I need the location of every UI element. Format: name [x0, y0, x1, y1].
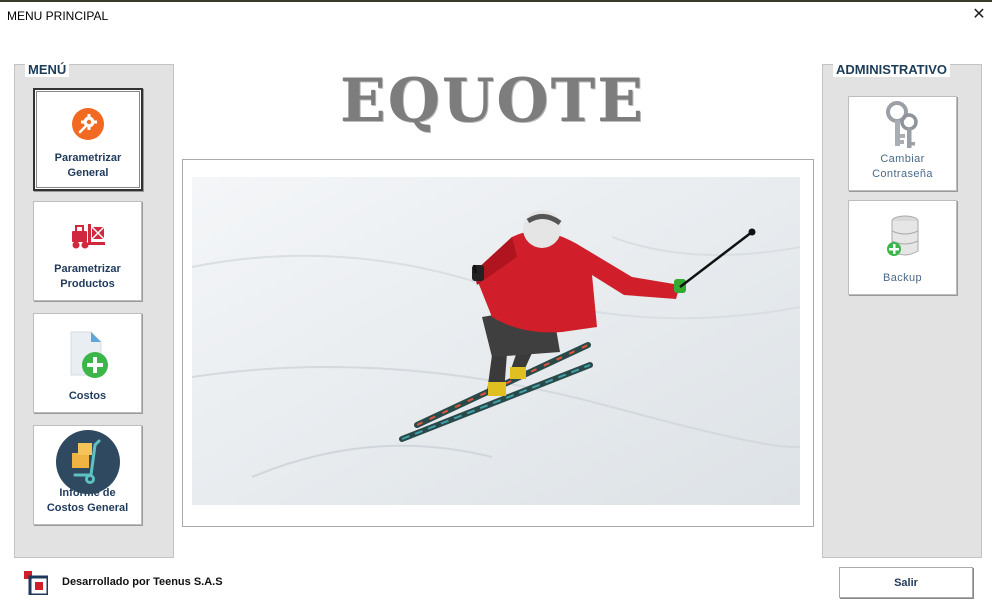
close-icon[interactable]: ✕ — [968, 4, 990, 26]
window-title: MENU PRINCIPAL — [7, 9, 109, 23]
exit-button[interactable]: Salir — [839, 567, 973, 598]
teenus-logo-icon — [24, 571, 48, 595]
developer-credit: Desarrollado por Teenus S.A.S — [62, 576, 223, 588]
parametrizar-general-button[interactable]: Parametrizar General — [33, 88, 143, 191]
admin-item-label: Backup — [882, 272, 923, 284]
cambiar-contrasena-button[interactable]: Cambiar Contraseña — [848, 96, 957, 191]
forklift-icon — [34, 222, 141, 250]
informe-costos-general-button[interactable]: Informe deCostos General — [33, 425, 142, 525]
window-top-border — [0, 0, 992, 2]
menu-item-label: Parametrizar Productos — [54, 263, 121, 290]
skier-photo — [192, 177, 800, 505]
backup-button[interactable]: Backup — [848, 200, 957, 295]
add-document-icon — [34, 329, 141, 381]
hand-truck-icon — [34, 429, 141, 495]
menu-item-label: Parametrizar General — [54, 152, 122, 179]
admin-item-label: Cambiar Contraseña — [872, 153, 933, 180]
parametrizar-productos-button[interactable]: Parametrizar Productos — [33, 201, 142, 301]
database-add-icon — [849, 213, 956, 259]
costos-button[interactable]: Costos — [33, 313, 142, 413]
gear-icon — [35, 107, 141, 141]
menu-legend: MENÚ — [25, 63, 70, 77]
brand-title: EQUOTE — [340, 66, 645, 136]
menu-item-label: Costos — [68, 390, 107, 402]
keys-icon — [849, 100, 956, 152]
admin-legend: ADMINISTRATIVO — [833, 63, 950, 77]
